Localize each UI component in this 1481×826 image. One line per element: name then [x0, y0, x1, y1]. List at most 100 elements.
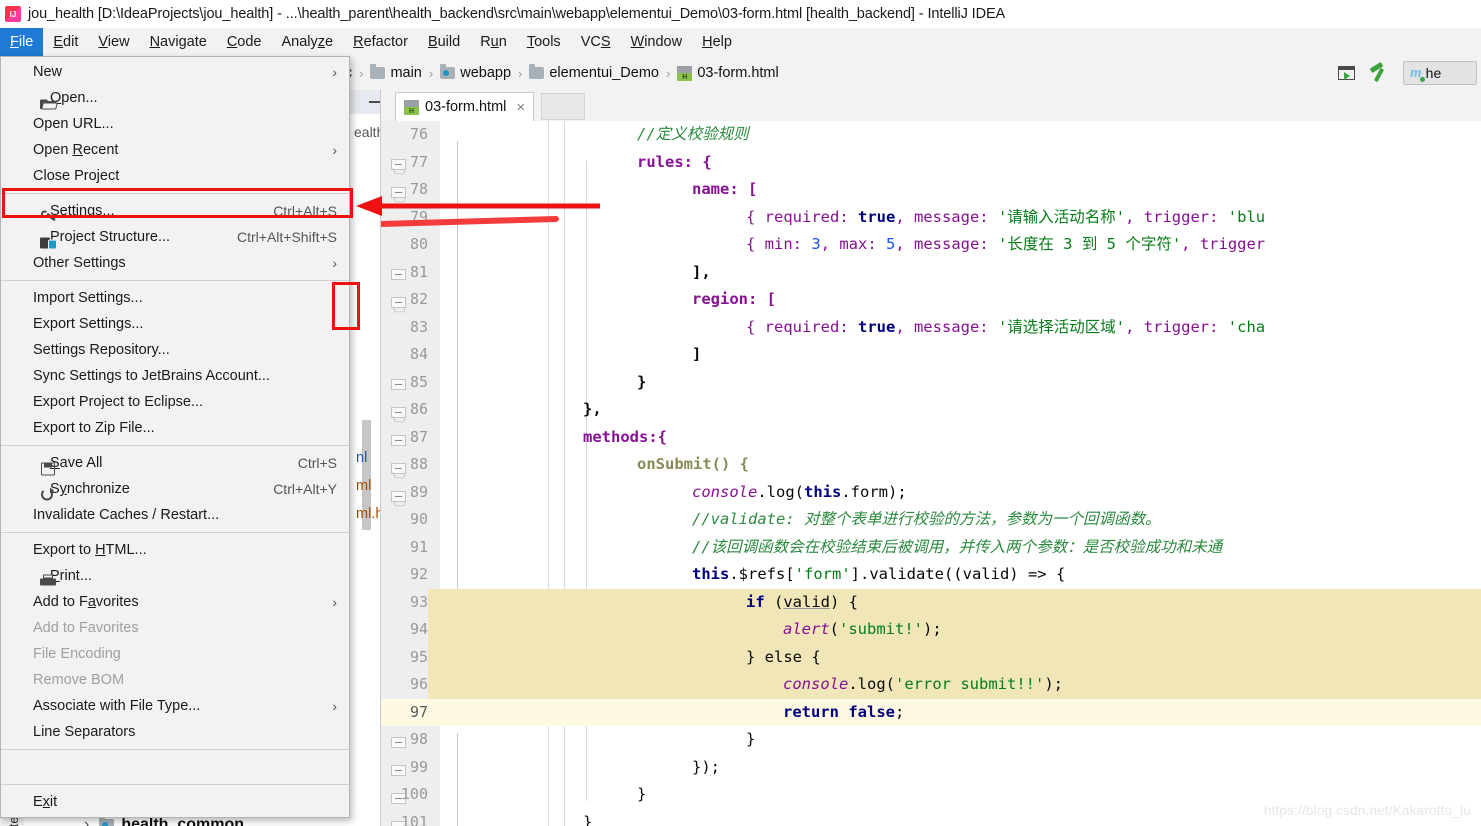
menu-item-export-zip[interactable]: Export to Zip File...: [1, 415, 349, 441]
line-number: 95: [381, 643, 428, 671]
code-line: 79 { required: true, message: '请输入活动名称',…: [381, 204, 1481, 232]
code-token: true: [857, 317, 896, 336]
line-number: 90: [409, 510, 428, 528]
code-token: }: [583, 812, 593, 826]
menu-file[interactable]: File: [0, 28, 44, 56]
menu-item-settings[interactable]: Settings... Ctrl+Alt+S: [1, 198, 349, 224]
code-token: methods:{: [583, 427, 667, 446]
code-line: 95 } else {: [381, 643, 1481, 671]
menu-item-label: Settings...: [50, 203, 115, 219]
menu-code[interactable]: Code: [217, 28, 272, 56]
menu-item-settings-repository[interactable]: Settings Repository...: [1, 337, 349, 363]
hide-panel-icon[interactable]: [369, 101, 380, 103]
menu-item-add-to-favorites[interactable]: Add to Favorites ›: [1, 589, 349, 615]
menu-item-close-project[interactable]: Close Project: [1, 163, 349, 189]
code-token: 3: [811, 235, 821, 253]
breadcrumb-label: main: [390, 65, 422, 81]
code-token: this: [692, 565, 730, 583]
menu-item-make-file-read-only[interactable]: Line Separators: [1, 719, 349, 745]
code-line: 88 onSubmit() {: [381, 451, 1481, 479]
menu-item-new[interactable]: New ›: [1, 59, 349, 85]
menu-window[interactable]: Window: [621, 28, 693, 56]
menu-item-label: Associate with File Type...: [33, 698, 201, 714]
menu-item-label: Exit: [33, 794, 58, 810]
menu-item-label: New: [33, 64, 63, 80]
code-token: .log(: [757, 482, 804, 501]
menu-navigate[interactable]: Navigate: [140, 28, 217, 56]
menu-item-power-save-mode[interactable]: [1, 754, 349, 780]
code-token: false: [848, 702, 896, 721]
code-editor[interactable]: 76 //定义校验规则 77 rules: { 78 name: [ 79 { …: [381, 121, 1481, 826]
menu-item-export-project-eclipse[interactable]: Export Project to Eclipse...: [1, 389, 349, 415]
menu-tools[interactable]: Tools: [517, 28, 571, 56]
close-icon[interactable]: ×: [516, 99, 525, 116]
project-panel-path: ealth\: [354, 124, 380, 140]
line-number: 77: [409, 152, 428, 171]
menu-item-label: Close Project: [33, 168, 120, 184]
menu-item-label: Add to Favorites: [33, 620, 139, 636]
run-configuration-icon[interactable]: [1338, 66, 1355, 80]
menu-item-other-settings[interactable]: Other Settings ›: [1, 250, 349, 276]
menu-item-invalidate-caches[interactable]: Invalidate Caches / Restart...: [1, 502, 349, 528]
code-token: rules: {: [637, 152, 712, 171]
breadcrumb-item-file[interactable]: 03-form.html: [677, 65, 779, 82]
breadcrumb-item-elementui-demo[interactable]: elementui_Demo: [529, 64, 659, 81]
menu-item-project-structure[interactable]: Project Structure... Ctrl+Alt+Shift+S: [1, 224, 349, 250]
line-number: 98: [409, 730, 428, 748]
line-number: 87: [409, 427, 428, 446]
menu-run[interactable]: Run: [470, 28, 517, 56]
menu-separator: [1, 193, 349, 194]
code-line: 89 console.log(this.form);: [381, 479, 1481, 507]
menu-item-remove-bom: File Encoding: [1, 641, 349, 667]
run-config-selector[interactable]: m he: [1403, 61, 1477, 85]
code-token: '请选择活动区域': [997, 317, 1126, 336]
code-token: name: [: [692, 180, 758, 198]
breadcrumb-item-main[interactable]: main: [370, 64, 422, 81]
menu-item-open-recent[interactable]: Open Recent ›: [1, 137, 349, 163]
intellij-idea-logo-icon: [5, 6, 21, 22]
breadcrumb-item-webapp[interactable]: webapp: [440, 64, 511, 81]
menu-item-label: Invalidate Caches / Restart...: [33, 507, 220, 523]
code-line: 96 console.log('error submit!!');: [381, 671, 1481, 699]
menu-item-open[interactable]: Open...: [1, 85, 349, 111]
menu-item-import-settings[interactable]: Import Settings...: [1, 285, 349, 311]
menu-help[interactable]: Help: [692, 28, 742, 56]
toolbar-right: m he: [1338, 56, 1481, 90]
code-token: ],: [692, 262, 711, 281]
menu-view[interactable]: View: [88, 28, 139, 56]
tab-03-form-html[interactable]: 03-form.html ×: [395, 92, 535, 121]
menu-item-save-all[interactable]: Save All Ctrl+S: [1, 450, 349, 476]
menu-item-label: Export Settings...: [33, 316, 144, 332]
chevron-right-icon: ›: [332, 64, 337, 80]
hammer-build-icon[interactable]: [1369, 64, 1389, 82]
code-token: region: [: [692, 290, 776, 308]
code-token: ]: [692, 345, 702, 363]
code-token: );: [1044, 675, 1063, 693]
code-line: 82 region: [: [381, 286, 1481, 314]
code-token: } else {: [746, 647, 821, 666]
menu-item-sync-settings-jetbrains[interactable]: Sync Settings to JetBrains Account...: [1, 363, 349, 389]
menu-item-label: Line Separators: [33, 724, 136, 740]
menu-item-label: Synchronize: [50, 481, 130, 497]
menu-item-synchronize[interactable]: Synchronize Ctrl+Alt+Y: [1, 476, 349, 502]
wrench-icon: [40, 209, 57, 224]
menu-item-print[interactable]: Print...: [1, 563, 349, 589]
menu-analyze[interactable]: Analyze: [272, 28, 344, 56]
menu-item-export-settings[interactable]: Export Settings...: [1, 311, 349, 337]
menu-edit[interactable]: Edit: [43, 28, 88, 56]
menu-item-line-separators[interactable]: Associate with File Type... ›: [1, 693, 349, 719]
menu-item-open-url[interactable]: Open URL...: [1, 111, 349, 137]
menu-bar: File Edit View Navigate Code Analyze Ref…: [0, 28, 1481, 56]
menu-item-exit[interactable]: Exit: [1, 789, 349, 815]
menu-refactor[interactable]: Refactor: [343, 28, 418, 56]
breadcrumb-label: elementui_Demo: [549, 65, 659, 81]
menu-item-export-html[interactable]: Export to HTML...: [1, 537, 349, 563]
line-number: 83: [409, 317, 428, 336]
menu-vcs[interactable]: VCS: [571, 28, 621, 56]
menu-item-label: Export Project to Eclipse...: [33, 394, 204, 410]
file-menu-dropdown: New › Open... Open URL... Open Recent › …: [0, 56, 350, 818]
menu-build[interactable]: Build: [418, 28, 470, 56]
code-token: , message:: [895, 235, 998, 253]
menu-item-label: Add to Favorites: [33, 594, 139, 610]
chevron-right-icon: ›: [332, 594, 337, 610]
